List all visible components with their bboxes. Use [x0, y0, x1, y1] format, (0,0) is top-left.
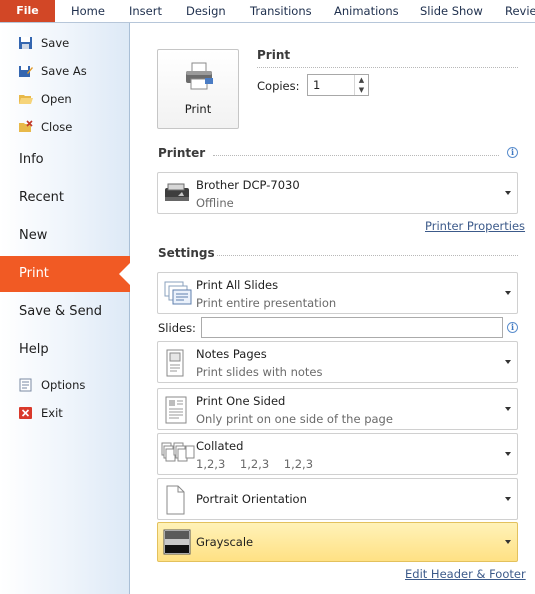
- close-folder-icon: [19, 120, 33, 132]
- settings-heading: Settings: [158, 246, 215, 260]
- tab-slide-show[interactable]: Slide Show: [420, 0, 483, 22]
- sidebar-item-label: Print: [19, 266, 49, 281]
- chevron-down-icon: [505, 360, 511, 364]
- tab-animations[interactable]: Animations: [334, 0, 399, 22]
- tab-transitions[interactable]: Transitions: [250, 0, 312, 22]
- sidebar-item-label: Save: [41, 36, 70, 50]
- print-range-title: Print All Slides: [196, 278, 279, 292]
- options-icon: [19, 378, 32, 392]
- chevron-down-icon: [505, 291, 511, 295]
- print-layout-desc: Print slides with notes: [196, 365, 323, 379]
- copies-value: 1: [313, 78, 321, 92]
- tab-file[interactable]: File: [0, 0, 55, 22]
- printer-name: Brother DCP-7030: [196, 178, 300, 192]
- sidebar-item-options[interactable]: Options: [0, 372, 128, 398]
- printer-properties-link[interactable]: Printer Properties: [425, 219, 525, 233]
- sidebar-item-exit[interactable]: Exit: [0, 400, 128, 426]
- orientation-title: Portrait Orientation: [196, 492, 307, 506]
- collation-dropdown[interactable]: Collated 1,2,3 1,2,3 1,2,3: [157, 433, 518, 475]
- sidebar-item-open[interactable]: Open: [0, 86, 128, 112]
- print-layout-dropdown[interactable]: Notes Pages Print slides with notes: [157, 341, 518, 383]
- sidebar-item-label: Open: [41, 92, 72, 106]
- chevron-down-icon: [505, 452, 511, 456]
- printer-dropdown[interactable]: Brother DCP-7030 Offline: [157, 172, 518, 214]
- chevron-down-icon: [505, 540, 511, 544]
- sidebar-item-help[interactable]: Help: [0, 332, 128, 368]
- printer-heading: Printer: [158, 146, 206, 160]
- sidebar-item-label: Options: [41, 378, 86, 392]
- print-pane: Print Print Copies: 1 ▲ ▼ Printer i Broth…: [131, 23, 535, 594]
- sidebar-item-save-send[interactable]: Save & Send: [0, 294, 128, 330]
- color-mode-dropdown[interactable]: Grayscale: [157, 522, 518, 562]
- collated-pages-icon: [161, 442, 195, 462]
- orientation-dropdown[interactable]: Portrait Orientation: [157, 478, 518, 520]
- save-as-icon: [19, 66, 33, 77]
- print-range-desc: Print entire presentation: [196, 296, 337, 310]
- info-icon[interactable]: i: [507, 322, 518, 333]
- print-heading: Print: [257, 48, 291, 62]
- chevron-down-icon: [505, 191, 511, 195]
- print-button-label: Print: [184, 102, 212, 116]
- info-icon[interactable]: i: [507, 147, 518, 158]
- print-sides-title: Print One Sided: [196, 394, 286, 408]
- slides-stack-icon: [164, 281, 192, 305]
- sidebar-item-label: Save As: [41, 64, 87, 78]
- printer-icon: [186, 62, 213, 90]
- chevron-down-icon: [505, 407, 511, 411]
- sidebar-item-new[interactable]: New: [0, 218, 128, 254]
- print-sides-desc: Only print on one side of the page: [196, 412, 393, 426]
- ribbon-tab-bar: File Home Insert Design Transitions Anim…: [0, 0, 535, 23]
- collation-title: Collated: [196, 439, 244, 453]
- sidebar-item-save[interactable]: Save: [0, 30, 128, 56]
- chevron-down-icon: [505, 497, 511, 501]
- tab-home[interactable]: Home: [71, 0, 105, 22]
- sidebar-item-recent[interactable]: Recent: [0, 180, 128, 216]
- divider: [217, 255, 518, 256]
- print-layout-title: Notes Pages: [196, 347, 267, 361]
- divider: [213, 155, 499, 156]
- divider: [257, 67, 518, 68]
- collation-desc: 1,2,3 1,2,3 1,2,3: [196, 457, 314, 471]
- printer-device-icon: [165, 183, 189, 201]
- print-range-dropdown[interactable]: Print All Slides Print entire presentati…: [157, 272, 518, 314]
- exit-icon: [19, 407, 32, 419]
- grayscale-swatch-icon: [163, 529, 191, 555]
- sidebar-item-print[interactable]: Print: [0, 256, 131, 292]
- tab-design[interactable]: Design: [186, 0, 226, 22]
- slides-input[interactable]: [201, 317, 503, 338]
- print-button[interactable]: Print: [157, 49, 239, 129]
- portrait-page-icon: [166, 485, 185, 515]
- copies-stepper[interactable]: 1 ▲ ▼: [307, 74, 369, 96]
- backstage-sidebar: Save Save As Open Close Info Recent New …: [0, 23, 131, 594]
- edit-header-footer-link[interactable]: Edit Header & Footer: [405, 567, 526, 581]
- save-icon: [19, 37, 32, 49]
- sidebar-item-info[interactable]: Info: [0, 142, 128, 178]
- sidebar-item-save-as[interactable]: Save As: [0, 58, 128, 84]
- notes-page-icon: [166, 349, 184, 377]
- tab-review[interactable]: Review: [505, 0, 535, 22]
- color-mode-title: Grayscale: [196, 535, 254, 549]
- print-sides-dropdown[interactable]: Print One Sided Only print on one side o…: [157, 388, 518, 430]
- printer-status: Offline: [196, 196, 234, 210]
- spinner-arrows-icon[interactable]: ▲ ▼: [354, 75, 368, 95]
- sidebar-item-close[interactable]: Close: [0, 114, 128, 140]
- sidebar-item-label: Exit: [41, 406, 63, 420]
- selection-arrow-icon: [119, 262, 131, 286]
- open-folder-icon: [19, 95, 33, 104]
- one-sided-page-icon: [165, 396, 187, 424]
- copies-label: Copies:: [257, 79, 300, 93]
- tab-insert[interactable]: Insert: [129, 0, 162, 22]
- sidebar-item-label: Close: [41, 120, 73, 134]
- slides-label: Slides:: [158, 321, 196, 335]
